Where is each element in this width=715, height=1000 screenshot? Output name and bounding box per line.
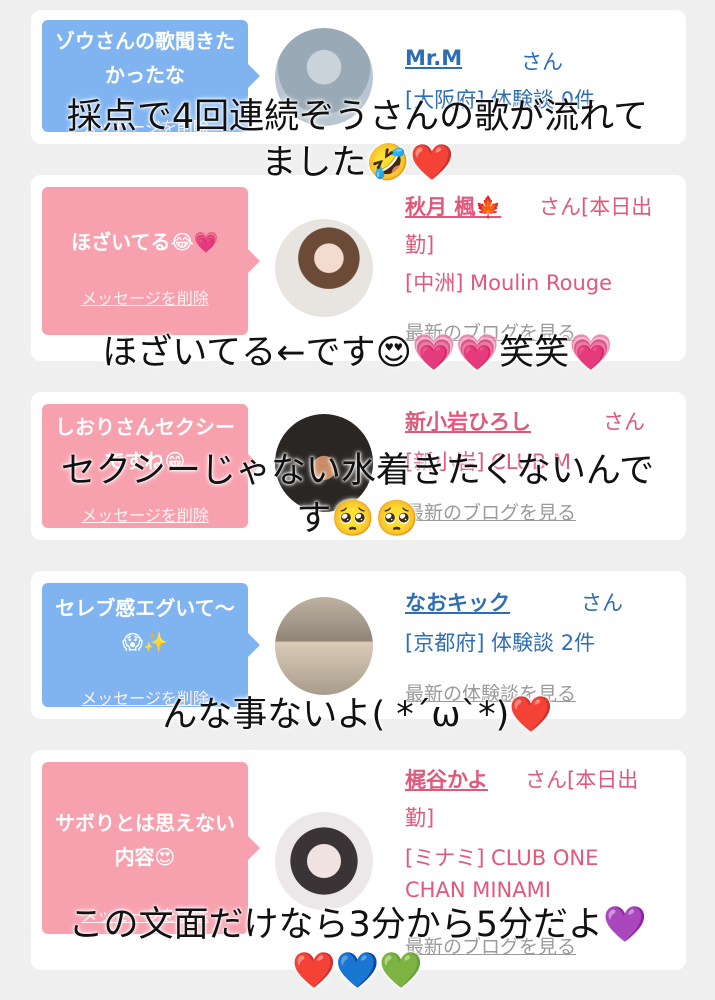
honorific-cont: 勤]: [405, 233, 435, 257]
message-text: セレブ感エグいて〜😱✨: [55, 596, 235, 654]
user-meta-cont: CHAN MINAMI: [405, 878, 551, 902]
delete-message-link[interactable]: メッセージを削除: [42, 285, 248, 309]
message-text: ゾウさんの歌聞きたかったな: [55, 29, 235, 87]
caption: ❤️💙💚: [292, 951, 423, 991]
user-meta: [中洲] Moulin Rouge: [405, 271, 613, 295]
caption: す🥺🥺: [296, 499, 419, 539]
user-name-link[interactable]: Mr.M: [405, 46, 462, 70]
user-name-link[interactable]: 秋月 楓🍁: [405, 191, 501, 221]
caption: 採点で4回連続ぞうさんの歌が流れて: [66, 97, 649, 137]
message-bubble: ほざいてる😂💗 メッセージを削除: [42, 187, 260, 335]
avatar[interactable]: [275, 597, 373, 695]
avatar[interactable]: [275, 812, 373, 910]
user-name-link[interactable]: なおキック: [405, 587, 510, 617]
user-meta: [京都府] 体験談 2件: [405, 631, 596, 655]
avatar[interactable]: [275, 219, 373, 317]
honorific: さん: [603, 410, 645, 434]
user-name-link[interactable]: 梶谷かよ: [405, 764, 488, 794]
caption: ほざいてる←です😍💗💗笑笑💗: [102, 333, 613, 373]
honorific: さん: [521, 50, 563, 74]
message-text: ほざいてる😂💗: [71, 230, 219, 254]
caption: ました🤣❤️: [261, 143, 454, 183]
honorific: さん[本日出: [525, 768, 639, 792]
user-name-link[interactable]: 新小岩ひろし: [405, 406, 531, 436]
honorific: さん[本日出: [539, 195, 653, 219]
caption: この文面だけなら3分から5分だよ💜: [68, 905, 647, 945]
caption: セクシーじゃない水着きたくないんで: [60, 451, 655, 491]
caption: んな事ないよ( *´ω`*)❤️: [162, 695, 553, 735]
honorific-cont: 勤]: [405, 806, 435, 830]
user-meta: [ミナミ] CLUB ONE: [405, 846, 599, 870]
message-bubble: セレブ感エグいて〜😱✨ メッセージを削除: [42, 583, 260, 708]
honorific: さん: [581, 591, 623, 615]
message-text: サボりとは思えない内容😍: [55, 811, 235, 869]
